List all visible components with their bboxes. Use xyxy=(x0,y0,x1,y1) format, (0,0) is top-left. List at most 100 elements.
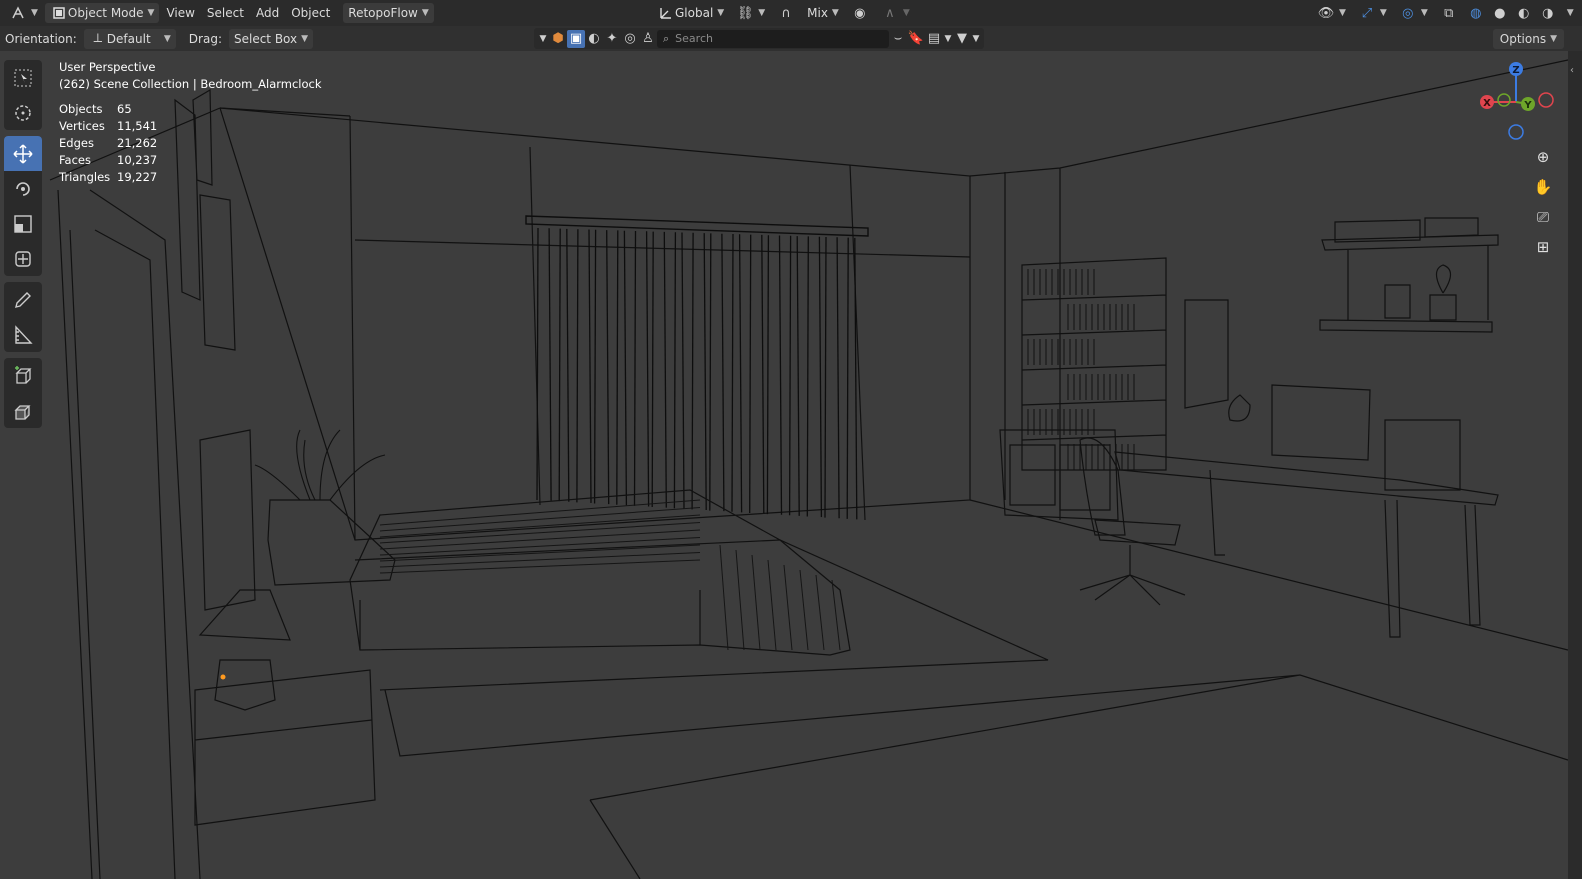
rotate-tool[interactable] xyxy=(4,171,42,206)
bookmark-icon[interactable]: 🔖 xyxy=(907,30,925,48)
proportional-edit-toggle[interactable]: ◉ xyxy=(846,3,874,23)
curtain-fold-line xyxy=(673,232,677,509)
light-filter-icon[interactable]: ♙ xyxy=(639,30,657,48)
shading-wireframe-button[interactable]: ◍ xyxy=(1465,3,1487,23)
curtain-fold-line xyxy=(836,237,840,519)
curtain-fold-line xyxy=(548,228,552,501)
menu-view[interactable]: View xyxy=(161,3,199,23)
search-input[interactable]: ⌕ Search xyxy=(657,29,889,48)
eye-icon: 👁 xyxy=(1317,5,1335,21)
snap-label: Mix xyxy=(807,6,828,20)
bed-cover-line xyxy=(815,574,825,651)
chevron-down-icon: ▼ xyxy=(1379,8,1387,18)
tool-group-select xyxy=(4,60,42,130)
bed-cover-line xyxy=(831,579,841,651)
navigation-buttons: ⊕ ✋ ⎚ ⊞ xyxy=(1530,144,1560,264)
move-tool[interactable] xyxy=(4,136,42,171)
mode-dropdown[interactable]: Object Mode ▼ xyxy=(44,3,160,23)
chevron-down-icon[interactable]: ▼ xyxy=(971,30,981,48)
stat-label: Vertices xyxy=(59,119,105,133)
object-filter-icon[interactable]: ▣ xyxy=(567,29,585,48)
zoom-icon[interactable]: ⊕ xyxy=(1530,144,1556,170)
drag-value: Select Box xyxy=(233,31,298,46)
tool-group-annotate xyxy=(4,282,42,352)
shading-rendered-button[interactable]: ◑ xyxy=(1537,3,1559,23)
visibility-dropdown[interactable]: 👁 ▼ xyxy=(1312,3,1351,23)
shading-material-button[interactable]: ◐ xyxy=(1513,3,1535,23)
chevron-down-icon[interactable]: ▼ xyxy=(943,30,953,48)
bed-cover-line xyxy=(783,564,793,651)
gizmo-toggle[interactable]: ⤢ ▼ xyxy=(1353,3,1392,23)
texture-filter-icon[interactable]: ✦ xyxy=(603,30,621,48)
curtain-fold-line xyxy=(576,229,579,503)
cursor-tool[interactable] xyxy=(4,95,42,130)
falloff-dropdown[interactable]: ∧ ▼ xyxy=(876,3,915,23)
curtain-fold-line xyxy=(606,230,610,505)
chevron-down-icon: ▼ xyxy=(902,8,910,18)
add-object-tool[interactable] xyxy=(4,393,42,428)
menu-object[interactable]: Object xyxy=(286,3,335,23)
transform-orientation-dropdown[interactable]: Global ▼ xyxy=(652,3,729,23)
chevron-down-icon: ▼ xyxy=(758,8,766,18)
stat-value: 65 xyxy=(117,102,132,116)
stat-label: Triangles xyxy=(59,170,111,184)
curtain-fold-line xyxy=(788,235,792,516)
menu-select[interactable]: Select xyxy=(202,3,249,23)
curtain-fold-line xyxy=(588,229,592,503)
xray-toggle[interactable]: ⧉ xyxy=(1435,3,1463,23)
snap-target-dropdown[interactable]: Mix ▼ xyxy=(802,3,844,23)
viewport-info-overlay: User Perspective (262) Scene Collection … xyxy=(59,59,322,186)
stat-row: Triangles 19,227 xyxy=(59,169,322,186)
camera-view-icon[interactable]: ⎚ xyxy=(1530,204,1556,230)
curve-filter-icon[interactable]: ⌣ xyxy=(889,30,907,48)
curtain-fold-line xyxy=(806,236,809,517)
sidebar-toggle-strip[interactable]: ‹ xyxy=(1568,51,1582,879)
stat-label: Faces xyxy=(59,153,91,167)
chevron-left-icon[interactable]: ‹ xyxy=(1570,65,1574,76)
cursor-icon xyxy=(15,104,31,121)
gizmo-icon: ⤢ xyxy=(1361,5,1373,21)
scale-tool[interactable] xyxy=(4,206,42,241)
chevron-down-icon: ▼ xyxy=(421,8,429,18)
chevron-down-icon: ▼ xyxy=(1339,8,1346,18)
chevron-down-icon: ▼ xyxy=(1420,8,1428,18)
search-placeholder: Search xyxy=(675,32,713,45)
desk xyxy=(999,299,1499,638)
chevron-down-icon[interactable]: ▼ xyxy=(537,30,549,48)
chevron-down-icon: ▼ xyxy=(31,8,38,18)
curtain-fold-line xyxy=(824,236,827,518)
add-cube-icon xyxy=(15,365,32,384)
orientation-label: Orientation: xyxy=(5,31,77,46)
annotate-tool[interactable] xyxy=(4,282,42,317)
add-cube-tool[interactable] xyxy=(4,358,42,393)
drag-dropdown[interactable]: Select Box ▼ xyxy=(228,28,314,49)
editor-type-button[interactable]: ▼ xyxy=(4,3,43,23)
pivot-point-dropdown[interactable]: ⛓ ▼ xyxy=(731,3,770,23)
stat-row: Faces 10,237 xyxy=(59,152,322,169)
perspective-grid-icon[interactable]: ⊞ xyxy=(1530,234,1556,260)
orientation-dropdown[interactable]: ⟂ Default ▼ xyxy=(83,28,176,49)
transform-tool[interactable] xyxy=(4,241,42,276)
overlays-toggle[interactable]: ◎ ▼ xyxy=(1394,3,1433,23)
measure-tool[interactable] xyxy=(4,317,42,352)
shading-solid-button[interactable]: ● xyxy=(1489,3,1511,23)
scene-colors-icon[interactable]: ⬢ xyxy=(549,30,567,48)
bed-cover-line xyxy=(751,554,761,651)
options-dropdown[interactable]: Options ▼ xyxy=(1492,29,1564,49)
display-mode-icon[interactable]: ▤ xyxy=(925,30,943,48)
filter-funnel-icon[interactable]: ▼ xyxy=(953,30,971,48)
curtain-fold-line xyxy=(566,228,570,502)
3d-viewport[interactable]: User Perspective (262) Scene Collection … xyxy=(0,51,1568,879)
shading-options-dropdown[interactable]: ▼ xyxy=(1561,3,1576,23)
menu-add[interactable]: Add xyxy=(251,3,284,23)
retopoflow-menu[interactable]: RetopoFlow ▼ xyxy=(343,3,434,23)
snap-toggle[interactable]: ∩ xyxy=(772,3,800,23)
curtain-fold-line xyxy=(778,235,783,515)
pan-hand-icon[interactable]: ✋ xyxy=(1530,174,1556,200)
world-filter-icon[interactable]: ◎ xyxy=(621,30,639,48)
sphere-filter-icon[interactable]: ◐ xyxy=(585,30,603,48)
curtain-fold-line xyxy=(796,236,800,516)
stat-row: Vertices 11,541 xyxy=(59,118,322,135)
select-box-tool[interactable] xyxy=(4,60,42,95)
navigation-gizmo[interactable]: Z X Y xyxy=(1472,58,1568,144)
